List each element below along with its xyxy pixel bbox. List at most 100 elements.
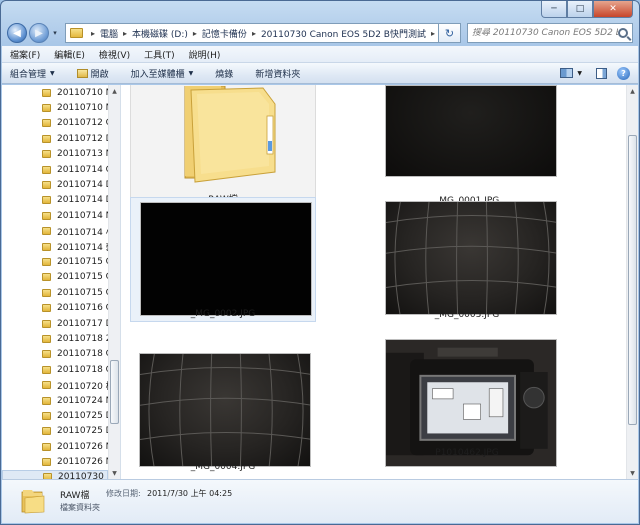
file-tile[interactable]: _MG_0001.JPG xyxy=(374,85,560,208)
tree-item[interactable]: 20110712 DN xyxy=(2,131,108,146)
tree-item[interactable]: 20110714 小 xyxy=(2,224,108,239)
file-tile[interactable]: _MG_0003.JPG xyxy=(374,197,560,322)
menu-view[interactable]: 檢視(V) xyxy=(99,48,130,61)
tree-item[interactable]: 20110714 DN xyxy=(2,193,108,208)
minimize-button[interactable]: ─ xyxy=(541,1,567,18)
navigation-pane-scrollbar[interactable]: ▲ ▼ xyxy=(108,85,120,479)
scrollbar-thumb[interactable] xyxy=(110,360,119,424)
tree-item[interactable]: 20110720 楊 xyxy=(2,377,108,392)
tree-item[interactable]: 20110718 Ga xyxy=(2,347,108,362)
help-icon[interactable]: ? xyxy=(617,66,630,80)
breadcrumb-current[interactable]: 20110730 Canon EOS 5D2 B快門測試 xyxy=(261,27,426,40)
tree-item[interactable]: 20110717 DN xyxy=(2,316,108,331)
file-name: P1010462.JPG xyxy=(435,448,499,458)
close-button[interactable]: ✕ xyxy=(593,1,633,18)
chevron-right-icon[interactable]: ▸ xyxy=(193,29,197,38)
tree-item[interactable]: 20110726 Ni xyxy=(2,439,108,454)
chevron-right-icon[interactable]: ▸ xyxy=(431,29,435,38)
back-button[interactable]: ◀ xyxy=(7,23,27,43)
tree-item-label: 20110725 DN xyxy=(57,426,108,437)
scroll-down-icon[interactable]: ▼ xyxy=(627,467,638,479)
burn-button[interactable]: 燒錄 xyxy=(215,67,233,80)
recent-pages-dropdown[interactable]: ▾ xyxy=(49,29,61,37)
menu-tools[interactable]: 工具(T) xyxy=(144,48,175,61)
forward-button[interactable]: ▶ xyxy=(29,23,49,43)
address-bar[interactable]: ▸ 電腦 ▸ 本機磁碟 (D:) ▸ 記憶卡備份 ▸ 20110730 Cano… xyxy=(65,23,439,43)
tree-item[interactable]: 20110712 Ca xyxy=(2,116,108,131)
tree-item-label: 20110712 DN xyxy=(57,133,108,144)
file-name: _MG_0004.JPG xyxy=(190,462,256,472)
tree-item[interactable]: 20110714 DN xyxy=(2,177,108,192)
menu-file[interactable]: 檔案(F) xyxy=(10,48,40,61)
new-folder-button[interactable]: 新增資料夾 xyxy=(255,67,300,80)
tree-item[interactable]: 20110713 Ni xyxy=(2,147,108,162)
tree-item-label: 20110713 Ni xyxy=(57,149,108,160)
chevron-right-icon[interactable]: ▸ xyxy=(91,29,95,38)
navigation-pane: 20110710 Ni 20110710 Ni 20110712 Ca 2011071… xyxy=(2,85,121,479)
open-button[interactable]: 開啟 xyxy=(76,67,109,80)
search-icon[interactable] xyxy=(618,28,628,38)
folder-icon xyxy=(42,365,51,374)
add-to-library-button[interactable]: 加入至媒體櫃 ▼ xyxy=(131,67,194,80)
tree-item[interactable]: 20110724 Ni xyxy=(2,393,108,408)
refresh-button[interactable]: ↻ xyxy=(439,23,461,43)
scroll-up-icon[interactable]: ▲ xyxy=(627,85,638,97)
open-label: 開啟 xyxy=(90,69,109,80)
tree-item[interactable]: 20110718 2X xyxy=(2,331,108,346)
tree-item[interactable]: 20110715 Ca xyxy=(2,254,108,269)
tree-item-label: 20110710 Ni xyxy=(57,87,108,98)
menu-help[interactable]: 說明(H) xyxy=(189,48,221,61)
tree-item[interactable]: 20110710 Ni xyxy=(2,85,108,100)
tree-item[interactable]: 20110715 Ca xyxy=(2,285,108,300)
scrollbar-thumb[interactable] xyxy=(628,135,637,425)
breadcrumb-backup[interactable]: 記憶卡備份 xyxy=(202,27,247,40)
file-thumbnail xyxy=(140,202,312,316)
tree-item-label: 20110726 Ni xyxy=(57,441,108,452)
file-tile[interactable]: _MG_0002.JPG xyxy=(130,197,316,322)
navigation-bar: ◀ ▶ ▾ ▸ 電腦 ▸ 本機磁碟 (D:) ▸ 記憶卡備份 ▸ 2011073… xyxy=(7,21,633,45)
search-input[interactable] xyxy=(472,28,618,38)
file-name: _MG_0003.JPG xyxy=(434,310,500,320)
tree-item[interactable]: 20110730 Ca xyxy=(2,469,108,479)
tree-item[interactable]: 20110714 藝 xyxy=(2,239,108,254)
tree-item[interactable]: 20110714 Ca xyxy=(2,162,108,177)
menu-edit[interactable]: 編輯(E) xyxy=(54,48,85,61)
breadcrumb-drive[interactable]: 本機磁碟 (D:) xyxy=(132,27,188,40)
tree-item[interactable]: 20110716 Ca xyxy=(2,300,108,315)
tree-item[interactable]: 20110714 Ni xyxy=(2,208,108,223)
file-tile[interactable]: RAW檔 xyxy=(130,85,316,208)
folder-icon xyxy=(42,211,51,220)
change-view-icon[interactable] xyxy=(560,68,574,78)
scroll-down-icon[interactable]: ▼ xyxy=(109,467,120,479)
file-tile[interactable]: P1010462.JPG xyxy=(374,335,560,467)
tree-item-label: 20110726 Ni xyxy=(57,457,108,468)
tree-item-label: 20110712 Ca xyxy=(57,118,108,129)
tree-item[interactable]: 20110725 DN xyxy=(2,408,108,423)
preview-pane-icon[interactable] xyxy=(596,67,607,79)
organize-label: 組合管理 xyxy=(10,69,47,80)
folder-icon xyxy=(42,134,51,143)
breadcrumb-computer[interactable]: 電腦 xyxy=(100,27,118,40)
tree-item[interactable]: 20110725 DN xyxy=(2,424,108,439)
maximize-button[interactable]: □ xyxy=(567,1,593,18)
new-folder-label: 新增資料夾 xyxy=(255,69,301,80)
tree-item[interactable]: 20110726 Ni xyxy=(2,454,108,469)
window-controls: ─ □ ✕ xyxy=(541,1,633,18)
tree-item[interactable]: 20110718 Ol xyxy=(2,362,108,377)
view-controls: ▼ ? xyxy=(560,66,638,80)
chevron-right-icon[interactable]: ▸ xyxy=(252,29,256,38)
file-thumbnail xyxy=(385,201,557,315)
tree-item[interactable]: 20110710 Ni xyxy=(2,100,108,115)
menu-bar: 檔案(F) 編輯(E) 檢視(V) 工具(T) 說明(H) xyxy=(2,46,638,63)
chevron-down-icon[interactable]: ▼ xyxy=(577,70,582,77)
folder-icon xyxy=(42,334,51,343)
tree-item-label: 20110718 2X xyxy=(57,333,108,344)
tree-item-label: 20110715 Ca xyxy=(57,256,108,267)
scroll-up-icon[interactable]: ▲ xyxy=(109,85,120,97)
file-view-scrollbar[interactable]: ▲ ▼ xyxy=(626,85,638,479)
organize-button[interactable]: 組合管理 ▼ xyxy=(10,67,55,80)
chevron-right-icon[interactable]: ▸ xyxy=(123,29,127,38)
tree-item[interactable]: 20110715 Ca xyxy=(2,270,108,285)
file-tile[interactable]: _MG_0004.JPG xyxy=(130,349,316,474)
search-box[interactable] xyxy=(467,23,633,43)
